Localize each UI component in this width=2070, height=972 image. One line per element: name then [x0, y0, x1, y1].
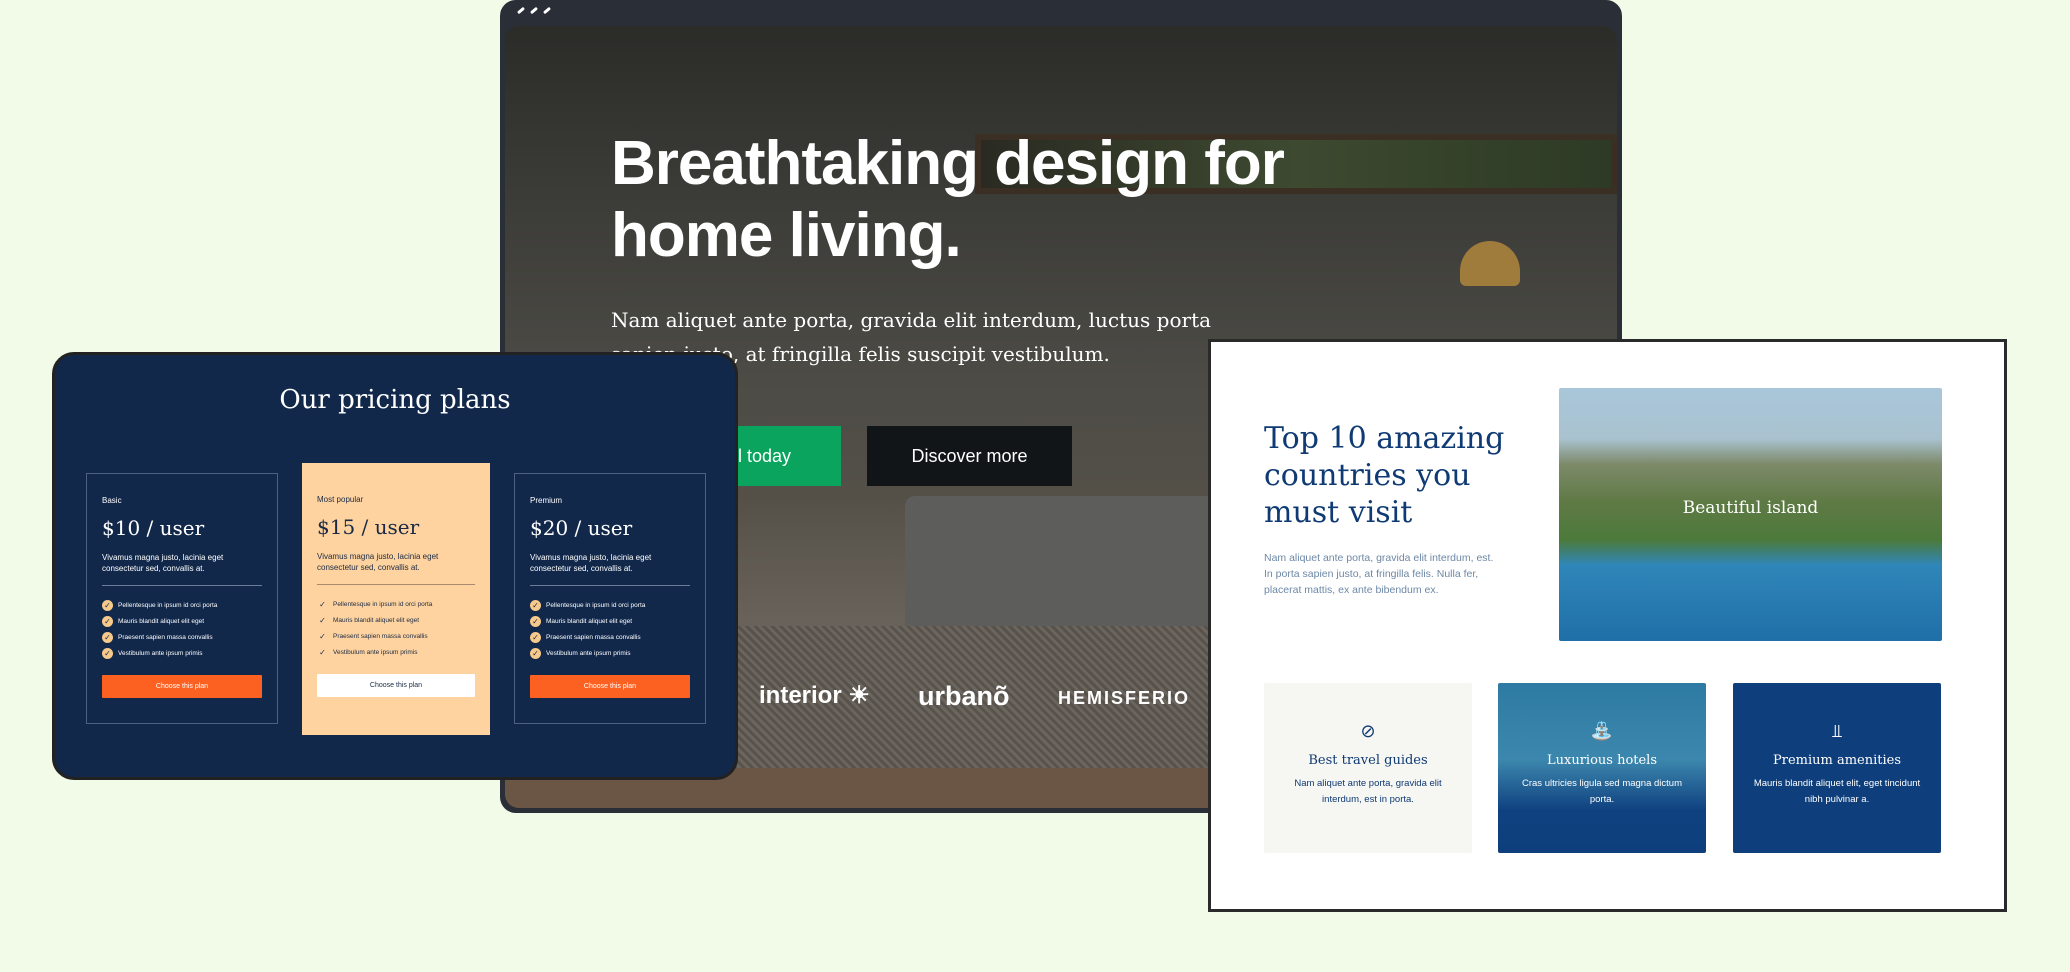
hero-headline: Breathtaking design for home living.	[611, 129, 1285, 270]
plan-description: Vivamus magna justo, lacinia eget consec…	[317, 552, 439, 572]
travel-title: Top 10 amazing countries you must visit	[1264, 421, 1505, 530]
plan-feature: ✓ Pellentesque in ipsum id orci porta	[317, 596, 475, 612]
plan-price: $15 / user	[317, 515, 420, 539]
plan-feature: ✓ Praesent sapien massa convallis	[530, 629, 690, 645]
pricing-panel: Our pricing plans Basic $10 / user Vivam…	[52, 352, 738, 780]
plan-description: Vivamus magna justo, lacinia eget consec…	[530, 553, 652, 573]
plan-feature: ✓ Pellentesque in ipsum id orci porta	[530, 597, 690, 613]
feature-card-guides: ⊘ Best travel guides Nam aliquet ante po…	[1264, 683, 1472, 853]
plan-feature: ✓ Vestibulum ante ipsum primis	[317, 644, 475, 660]
logo-interior: interior ☀	[759, 682, 870, 709]
feature-text: Mauris blandit aliquet elit, eget tincid…	[1753, 778, 1921, 805]
shower-icon: ⛲	[1590, 721, 1614, 741]
plan-feature: ✓ Mauris blandit aliquet elit eget	[317, 612, 475, 628]
feature-card-hotels: ⛲ Luxurious hotels Cras ultricies ligula…	[1498, 683, 1706, 853]
plan-price: $20 / user	[530, 516, 633, 540]
feature-text: Cras ultricies ligula sed magna dictum p…	[1522, 778, 1682, 805]
plan-card-most-popular: Most popular $15 / user Vivamus magna ju…	[302, 463, 490, 735]
feature-label: Mauris blandit aliquet elit eget	[333, 616, 419, 624]
pool-icon: ⫫	[1831, 721, 1843, 741]
compass-icon: ⊘	[1360, 721, 1376, 741]
check-icon: ✓	[102, 599, 113, 611]
plan-feature: ✓ Praesent sapien massa convallis	[102, 629, 262, 645]
check-icon: ✓	[530, 615, 541, 627]
plan-feature: ✓ Vestibulum ante ipsum primis	[530, 645, 690, 661]
feature-label: Praesent sapien massa convallis	[118, 633, 213, 641]
feature-card-amenities: ⫫ Premium amenities Mauris blandit aliqu…	[1733, 683, 1941, 853]
logo-hemisferio: HEMISFERIO	[1058, 688, 1191, 708]
plan-feature: ✓ Pellentesque in ipsum id orci porta	[102, 597, 262, 613]
plan-tier: Most popular	[317, 495, 364, 504]
check-icon: ✓	[530, 599, 541, 611]
island-image: Beautiful island	[1559, 388, 1942, 641]
island-caption: Beautiful island	[1682, 498, 1819, 518]
feature-label: Praesent sapien massa convallis	[546, 633, 641, 641]
plan-card-basic: Basic $10 / user Vivamus magna justo, la…	[86, 473, 278, 724]
feature-label: Pellentesque in ipsum id orci porta	[118, 601, 218, 609]
check-icon: ✓	[319, 615, 326, 625]
discover-more-button[interactable]: Discover more	[867, 426, 1072, 486]
feature-label: Vestibulum ante ipsum primis	[333, 648, 418, 656]
check-icon: ✓	[102, 647, 113, 659]
feature-label: Mauris blandit aliquet elit eget	[546, 617, 632, 625]
choose-plan-button[interactable]: Choose this plan	[530, 675, 690, 698]
window-dots-icon	[516, 6, 552, 15]
check-icon: ✓	[319, 647, 326, 657]
plan-feature: ✓ Mauris blandit aliquet elit eget	[102, 613, 262, 629]
plan-feature: ✓ Praesent sapien massa convallis	[317, 628, 475, 644]
check-icon: ✓	[319, 631, 326, 641]
feature-label: Vestibulum ante ipsum primis	[546, 649, 631, 657]
feature-title: Best travel guides	[1308, 753, 1428, 768]
feature-label: Vestibulum ante ipsum primis	[118, 649, 203, 657]
feature-title: Luxurious hotels	[1546, 753, 1658, 768]
choose-plan-button[interactable]: Choose this plan	[102, 675, 262, 698]
feature-label: Pellentesque in ipsum id orci porta	[546, 601, 646, 609]
check-icon: ✓	[530, 631, 541, 643]
plan-card-premium: Premium $20 / user Vivamus magna justo, …	[514, 473, 706, 724]
plan-tier: Premium	[530, 496, 563, 505]
feature-label: Pellentesque in ipsum id orci porta	[333, 600, 433, 608]
divider	[102, 585, 262, 586]
check-icon: ✓	[530, 647, 541, 659]
travel-panel: Top 10 amazing countries you must visit …	[1208, 339, 2007, 912]
choose-plan-button[interactable]: Choose this plan	[317, 674, 475, 697]
plan-feature: ✓ Mauris blandit aliquet elit eget	[530, 613, 690, 629]
plan-price: $10 / user	[102, 516, 205, 540]
feature-title: Premium amenities	[1772, 753, 1902, 768]
divider	[530, 585, 690, 586]
check-icon: ✓	[102, 615, 113, 627]
feature-text: Nam aliquet ante porta, gravida elit int…	[1294, 778, 1442, 805]
feature-label: Praesent sapien massa convallis	[333, 632, 428, 640]
plan-tier: Basic	[102, 496, 122, 505]
travel-lead: Nam aliquet ante porta, gravida elit int…	[1264, 552, 1494, 596]
check-icon: ✓	[102, 631, 113, 643]
divider	[317, 584, 475, 585]
feature-label: Mauris blandit aliquet elit eget	[118, 617, 204, 625]
pricing-title: Our pricing plans	[279, 385, 511, 415]
check-icon: ✓	[319, 599, 326, 609]
plan-description: Vivamus magna justo, lacinia eget consec…	[102, 553, 224, 573]
plan-feature: ✓ Vestibulum ante ipsum primis	[102, 645, 262, 661]
logo-urbano: urbanõ	[918, 681, 1010, 711]
hero-background-lamp	[1460, 241, 1520, 286]
